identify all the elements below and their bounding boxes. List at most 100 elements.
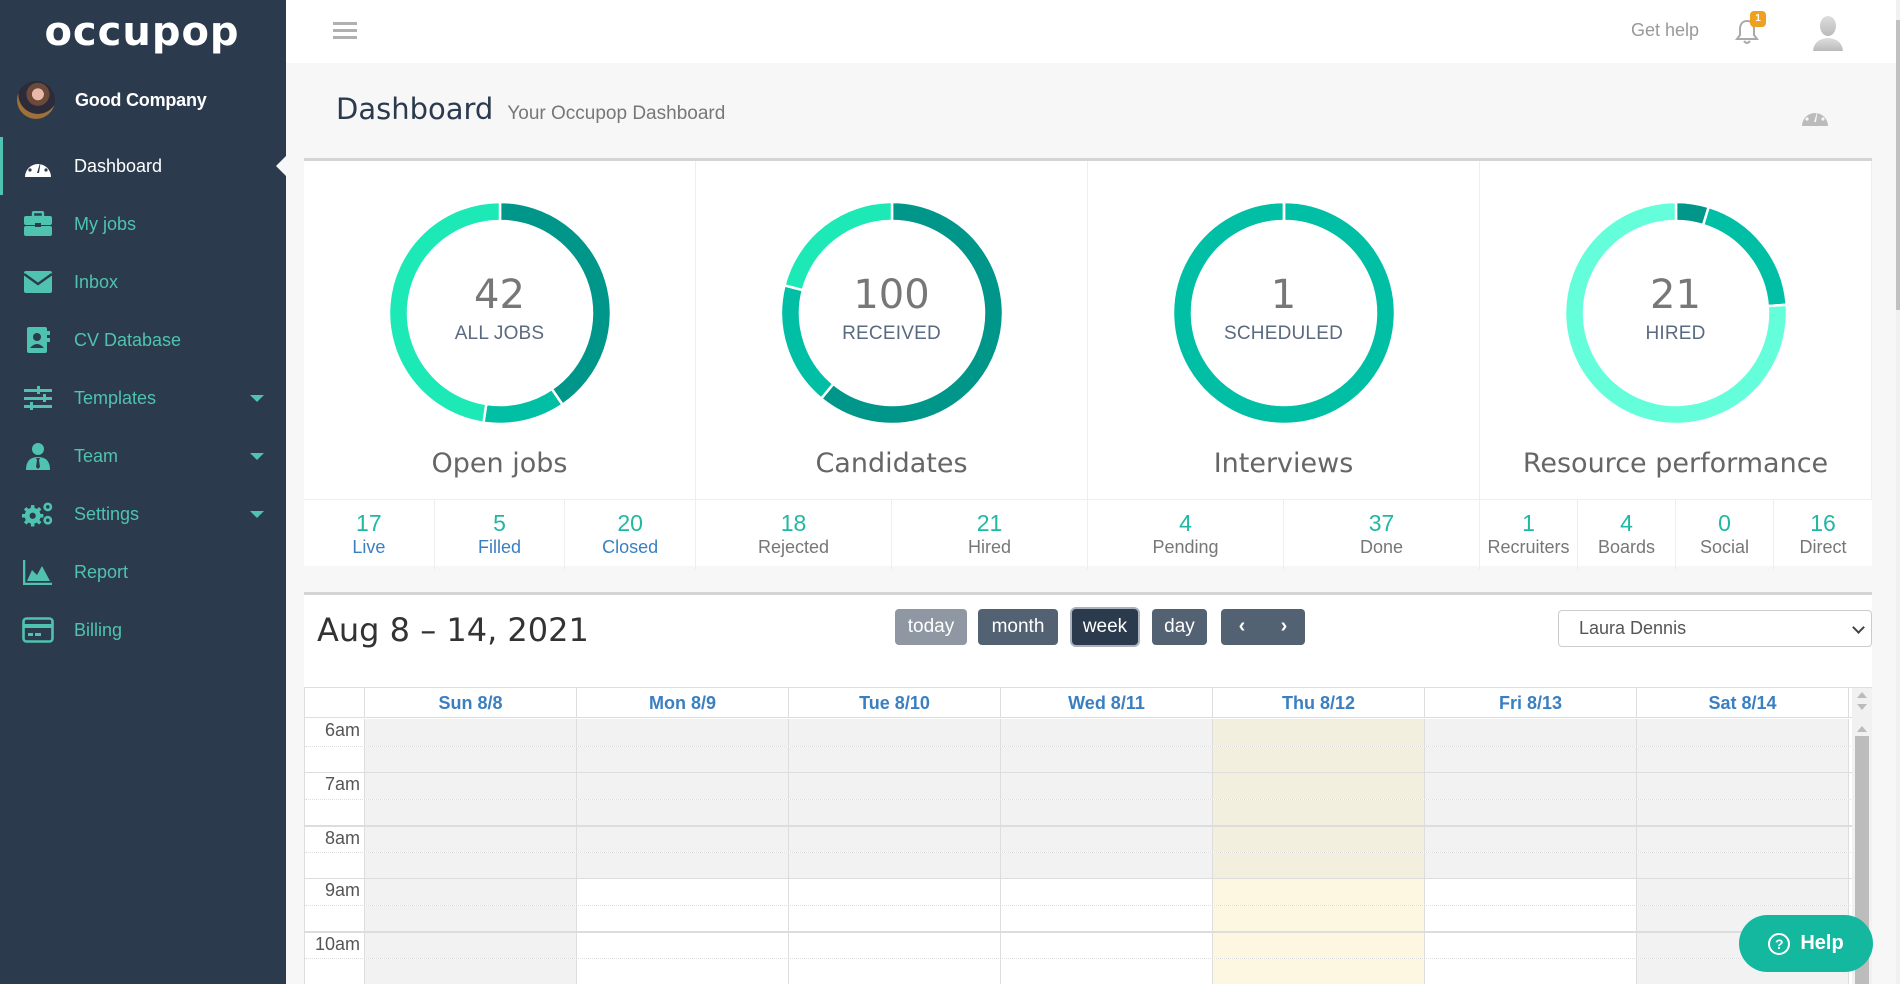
sidebar-item-dashboard[interactable]: Dashboard — [0, 137, 286, 195]
time-slot[interactable] — [789, 879, 1001, 905]
sidebar-item-billing[interactable]: Billing — [0, 601, 286, 659]
user-avatar-icon[interactable] — [1811, 15, 1845, 51]
day-header[interactable]: Sun 8/8 — [365, 688, 577, 717]
time-slot[interactable] — [577, 773, 789, 799]
time-slot[interactable] — [1425, 799, 1637, 825]
time-slot[interactable] — [577, 827, 789, 852]
time-slot[interactable] — [1001, 827, 1213, 852]
menu-toggle-icon[interactable] — [333, 22, 357, 40]
donut-chart[interactable]: 1 SCHEDULED — [1171, 200, 1396, 426]
breakdown-label[interactable]: Live — [304, 537, 434, 558]
time-slot[interactable] — [1001, 799, 1213, 825]
day-header[interactable]: Sat 8/14 — [1637, 688, 1849, 717]
breakdown-label[interactable]: Filled — [435, 537, 565, 558]
time-slot[interactable] — [1425, 958, 1637, 984]
time-slot[interactable] — [365, 746, 577, 772]
breakdown-label[interactable]: Closed — [565, 537, 695, 558]
prev-week-button[interactable]: ‹ — [1221, 609, 1263, 645]
help-button[interactable]: ? Help — [1739, 915, 1873, 972]
time-slot[interactable] — [1637, 879, 1849, 905]
user-select[interactable]: Laura Dennis — [1558, 610, 1872, 647]
day-header[interactable]: Fri 8/13 — [1425, 688, 1637, 717]
donut-chart[interactable]: 21 HIRED — [1563, 200, 1788, 426]
time-slot[interactable] — [1425, 746, 1637, 772]
logo[interactable]: occupop — [0, 0, 286, 63]
time-slot[interactable] — [577, 933, 789, 958]
time-slot[interactable] — [1213, 827, 1425, 852]
time-slot[interactable] — [1425, 852, 1637, 878]
caret-down-icon[interactable] — [250, 395, 264, 402]
day-header[interactable]: Thu 8/12 — [1213, 688, 1425, 717]
time-slot[interactable] — [1637, 799, 1849, 825]
stat-breakdown-closed[interactable]: 20 Closed — [565, 500, 696, 570]
time-slot[interactable] — [1425, 827, 1637, 852]
time-slot[interactable] — [789, 827, 1001, 852]
time-slot[interactable] — [1001, 958, 1213, 984]
time-slot[interactable] — [1637, 746, 1849, 772]
week-view-button[interactable]: week — [1072, 609, 1138, 645]
time-slot[interactable] — [1213, 719, 1425, 746]
time-slot[interactable] — [577, 799, 789, 825]
time-slot[interactable] — [1213, 905, 1425, 931]
time-slot[interactable] — [1001, 933, 1213, 958]
time-slot[interactable] — [789, 746, 1001, 772]
page-scrollbar[interactable] — [1896, 0, 1900, 984]
company-switcher[interactable]: Good Company — [0, 63, 286, 137]
time-slot[interactable] — [1425, 879, 1637, 905]
time-slot[interactable] — [365, 879, 577, 905]
get-help-link[interactable]: Get help — [1631, 20, 1699, 41]
time-slot[interactable] — [1425, 933, 1637, 958]
sidebar-item-my-jobs[interactable]: My jobs — [0, 195, 286, 253]
donut-chart[interactable]: 100 RECEIVED — [779, 200, 1004, 426]
time-slot[interactable] — [1637, 719, 1849, 746]
day-header[interactable]: Mon 8/9 — [577, 688, 789, 717]
day-header[interactable]: Wed 8/11 — [1001, 688, 1213, 717]
sidebar-item-settings[interactable]: Settings — [0, 485, 286, 543]
time-slot[interactable] — [1001, 879, 1213, 905]
time-slot[interactable] — [1213, 746, 1425, 772]
donut-chart[interactable]: 42 ALL JOBS — [387, 200, 612, 426]
time-slot[interactable] — [365, 852, 577, 878]
time-slot[interactable] — [789, 958, 1001, 984]
time-slot[interactable] — [365, 958, 577, 984]
time-slot[interactable] — [365, 799, 577, 825]
time-slot[interactable] — [1425, 719, 1637, 746]
time-slot[interactable] — [1213, 958, 1425, 984]
day-view-button[interactable]: day — [1152, 609, 1207, 645]
time-slot[interactable] — [1425, 773, 1637, 799]
time-slot[interactable] — [577, 879, 789, 905]
time-slot[interactable] — [789, 719, 1001, 746]
sidebar-item-team[interactable]: Team — [0, 427, 286, 485]
time-slot[interactable] — [1213, 933, 1425, 958]
time-slot[interactable] — [365, 933, 577, 958]
time-slot[interactable] — [577, 719, 789, 746]
time-slot[interactable] — [789, 773, 1001, 799]
time-slot[interactable] — [1637, 827, 1849, 852]
time-slot[interactable] — [1001, 746, 1213, 772]
day-header[interactable]: Tue 8/10 — [789, 688, 1001, 717]
time-slot[interactable] — [1213, 852, 1425, 878]
time-slot[interactable] — [1213, 799, 1425, 825]
time-slot[interactable] — [577, 905, 789, 931]
time-slot[interactable] — [577, 958, 789, 984]
time-slot[interactable] — [365, 773, 577, 799]
today-button[interactable]: today — [895, 609, 967, 645]
time-slot[interactable] — [365, 827, 577, 852]
caret-down-icon[interactable] — [250, 511, 264, 518]
time-slot[interactable] — [1001, 719, 1213, 746]
time-slot[interactable] — [577, 746, 789, 772]
time-slot[interactable] — [789, 852, 1001, 878]
time-slot[interactable] — [365, 719, 577, 746]
time-slot[interactable] — [789, 933, 1001, 958]
sidebar-item-templates[interactable]: Templates — [0, 369, 286, 427]
time-slot[interactable] — [1425, 905, 1637, 931]
time-slot[interactable] — [1637, 852, 1849, 878]
stat-breakdown-filled[interactable]: 5 Filled — [435, 500, 566, 570]
time-slot[interactable] — [577, 852, 789, 878]
month-view-button[interactable]: month — [978, 609, 1058, 645]
time-slot[interactable] — [1001, 852, 1213, 878]
time-slot[interactable] — [1001, 905, 1213, 931]
next-week-button[interactable]: › — [1263, 609, 1305, 645]
sidebar-item-cv-database[interactable]: CV Database — [0, 311, 286, 369]
time-slot[interactable] — [1001, 773, 1213, 799]
